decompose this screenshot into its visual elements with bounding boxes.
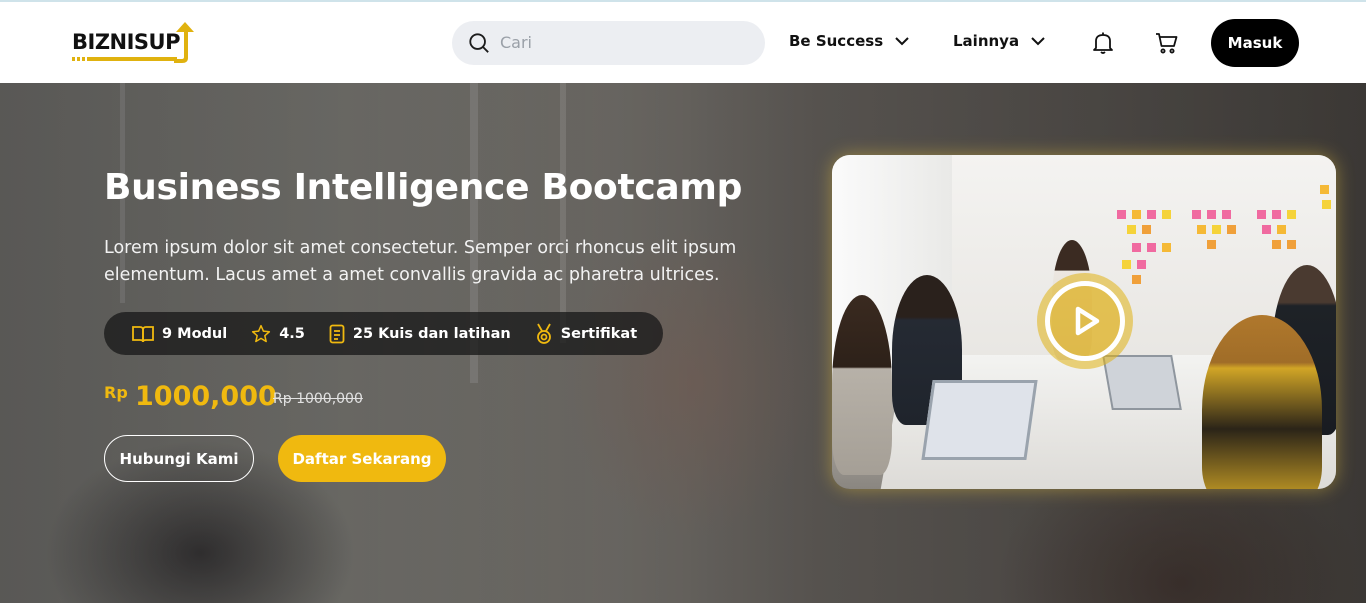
video-preview[interactable] <box>832 155 1336 489</box>
stat-label: Sertifikat <box>560 325 638 342</box>
search-bar[interactable]: Cari <box>452 21 765 65</box>
stat-modules: 9 Modul <box>132 325 227 343</box>
contact-us-button[interactable]: Hubungi Kami <box>104 435 254 482</box>
document-icon <box>329 324 345 343</box>
stat-quizzes: 25 Kuis dan latihan <box>329 324 511 344</box>
menu-label: Be Success <box>789 32 884 50</box>
sticky-note <box>1322 200 1331 209</box>
navbar: BIZNISUP Cari Be Success Lainnya Masuk <box>0 2 1366 83</box>
sticky-note <box>1117 210 1126 219</box>
sticky-note <box>1137 260 1146 269</box>
course-stats-bar: 9 Modul 4.5 25 Kuis dan latihan Sertifik… <box>104 312 663 355</box>
sticky-note <box>1162 243 1171 252</box>
menu-lainnya[interactable]: Lainnya <box>953 32 1045 50</box>
sticky-note <box>1287 240 1296 249</box>
book-icon <box>132 325 154 342</box>
price-currency: Rp <box>104 383 128 402</box>
sticky-note <box>1207 210 1216 219</box>
stat-label: 4.5 <box>279 325 305 342</box>
menu-be-success[interactable]: Be Success <box>789 32 909 50</box>
chevron-down-icon <box>1031 36 1045 45</box>
sticky-note <box>1262 225 1271 234</box>
sticky-note <box>1320 185 1329 194</box>
stat-rating: 4.5 <box>251 324 305 344</box>
menu-label: Lainnya <box>953 32 1020 50</box>
sticky-note <box>1212 225 1221 234</box>
price-amount: 1000,000 <box>135 381 277 412</box>
video-laptop <box>921 380 1038 460</box>
price-original: Rp 1000,000 <box>273 391 363 407</box>
logo-text: BIZNISUP <box>72 30 181 54</box>
play-icon <box>1075 306 1100 336</box>
login-button[interactable]: Masuk <box>1211 19 1299 67</box>
stat-label: 9 Modul <box>162 325 228 342</box>
sticky-note <box>1132 275 1141 284</box>
video-person <box>832 295 892 475</box>
sticky-note <box>1147 210 1156 219</box>
sticky-note <box>1197 225 1206 234</box>
star-icon <box>252 324 271 342</box>
sticky-note <box>1227 225 1236 234</box>
hero-description: Lorem ipsum dolor sit amet consectetur. … <box>104 238 737 285</box>
medal-icon <box>536 323 551 344</box>
hero-section: Business Intelligence Bootcamp Lorem ips… <box>0 83 1366 603</box>
search-icon <box>469 33 489 53</box>
sticky-note <box>1272 210 1281 219</box>
chevron-down-icon <box>895 36 909 45</box>
sticky-note <box>1287 210 1296 219</box>
sticky-note <box>1222 210 1231 219</box>
logo[interactable]: BIZNISUP <box>72 22 196 66</box>
hero-title: Business Intelligence Bootcamp <box>104 167 743 208</box>
cart-icon[interactable] <box>1155 31 1179 55</box>
sticky-note <box>1277 225 1286 234</box>
play-button-ring <box>1045 281 1125 361</box>
stat-certificate: Sertifikat <box>535 323 637 345</box>
search-input[interactable]: Cari <box>500 33 532 52</box>
sticky-note <box>1162 210 1171 219</box>
sticky-note <box>1132 243 1141 252</box>
sticky-note <box>1192 210 1201 219</box>
sticky-note <box>1147 243 1156 252</box>
sticky-note <box>1132 210 1141 219</box>
sticky-note <box>1272 240 1281 249</box>
sticky-note <box>1127 225 1136 234</box>
sticky-note <box>1142 225 1151 234</box>
register-now-button[interactable]: Daftar Sekarang <box>278 435 446 482</box>
logo-bars <box>72 57 180 62</box>
video-laptop <box>1102 355 1182 410</box>
sticky-note <box>1207 240 1216 249</box>
stat-label: 25 Kuis dan latihan <box>352 325 511 342</box>
play-button[interactable] <box>1037 273 1133 369</box>
sticky-note <box>1257 210 1266 219</box>
bell-icon[interactable] <box>1092 31 1114 55</box>
sticky-note <box>1122 260 1131 269</box>
